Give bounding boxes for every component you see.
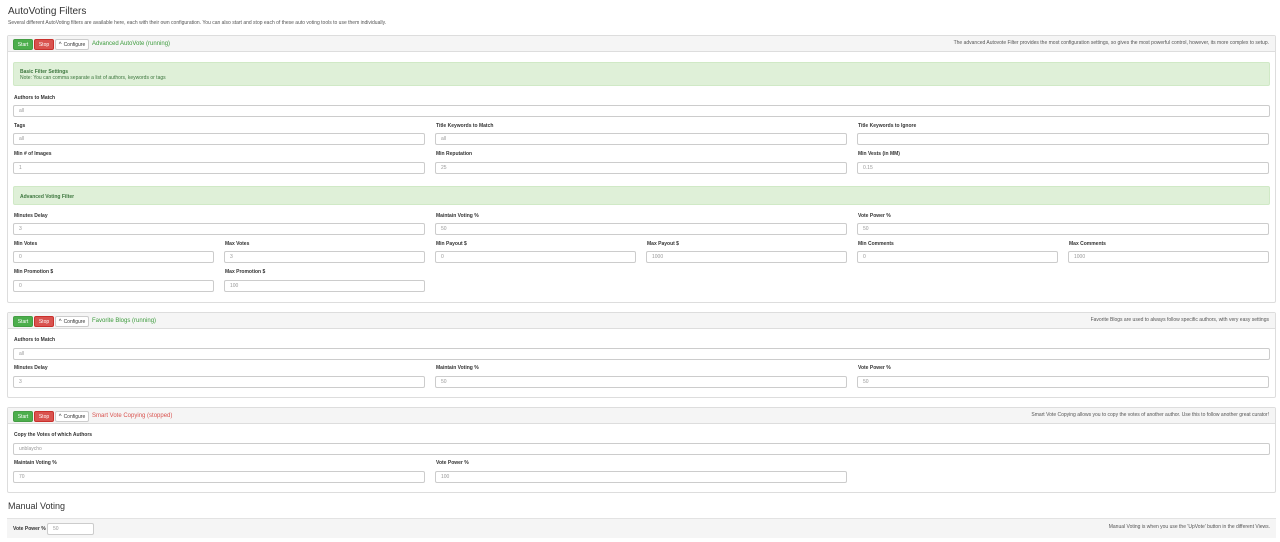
favorite-panel-name: Favorite Blogs (running) bbox=[92, 318, 157, 324]
favorite-minutes-delay-label: Minutes Delay bbox=[14, 365, 48, 371]
advanced-autovote-panel: Start Stop ^ Configure Advanced AutoVote … bbox=[7, 35, 1276, 303]
min-payout-input[interactable] bbox=[435, 251, 636, 263]
basic-filter-note: Note: You can comma separate a list of a… bbox=[20, 75, 166, 81]
min-comments-label: Min Comments bbox=[858, 241, 894, 247]
favorite-authors-input[interactable] bbox=[13, 348, 1270, 360]
min-promotion-input[interactable] bbox=[13, 280, 214, 292]
max-payout-label: Max Payout $ bbox=[647, 241, 679, 247]
manual-voting-title: Manual Voting bbox=[8, 501, 66, 511]
favorite-configure-button[interactable]: ^ Configure bbox=[55, 316, 89, 327]
page-title: AutoVoting Filters bbox=[8, 6, 87, 17]
manual-voting-bar: Vote Power % Manual Voting is when you u… bbox=[7, 518, 1276, 538]
min-promotion-label: Min Promotion $ bbox=[14, 269, 54, 275]
max-payout-input[interactable] bbox=[646, 251, 847, 263]
advanced-panel-desc: The advanced Autovote Filter provides th… bbox=[953, 40, 1269, 46]
min-vests-input[interactable] bbox=[857, 162, 1269, 174]
advanced-stop-button[interactable]: Stop bbox=[34, 39, 54, 50]
configure-label: Configure bbox=[63, 319, 86, 325]
advanced-filter-alert: Advanced Voting Filter bbox=[13, 186, 1270, 205]
smart-stop-button[interactable]: Stop bbox=[34, 411, 54, 422]
vote-power-input[interactable] bbox=[857, 223, 1269, 235]
manual-voting-desc: Manual Voting is when you use the 'UpVot… bbox=[1108, 524, 1270, 530]
advanced-panel-header: Start Stop ^ Configure Advanced AutoVote … bbox=[8, 36, 1275, 52]
configure-label: Configure bbox=[63, 42, 86, 48]
advanced-configure-button[interactable]: ^ Configure bbox=[55, 39, 89, 50]
smart-configure-button[interactable]: ^ Configure bbox=[55, 411, 89, 422]
min-payout-label: Min Payout $ bbox=[436, 241, 467, 247]
title-ignore-input[interactable] bbox=[857, 133, 1269, 145]
min-comments-input[interactable] bbox=[857, 251, 1058, 263]
minutes-delay-input[interactable] bbox=[13, 223, 425, 235]
favorite-maintain-input[interactable] bbox=[435, 376, 847, 388]
manual-vote-power-input[interactable] bbox=[47, 523, 94, 535]
authors-label: Authors to Match bbox=[14, 95, 56, 101]
configure-label: Configure bbox=[63, 414, 86, 420]
favorite-start-button[interactable]: Start bbox=[13, 316, 33, 327]
advanced-filter-header: Advanced Voting Filter bbox=[20, 194, 75, 200]
tags-label: Tags bbox=[14, 123, 26, 129]
title-keywords-label: Title Keywords to Match bbox=[436, 123, 494, 129]
max-promotion-input[interactable] bbox=[224, 280, 425, 292]
smart-maintain-input[interactable] bbox=[13, 471, 425, 483]
min-images-input[interactable] bbox=[13, 162, 425, 174]
max-promotion-label: Max Promotion $ bbox=[225, 269, 266, 275]
favorite-panel-header: Start Stop ^ Configure Favorite Blogs (ru… bbox=[8, 313, 1275, 329]
smart-vote-panel: Start Stop ^ Configure Smart Vote Copying… bbox=[7, 407, 1276, 493]
manual-vote-power-label: Vote Power % bbox=[13, 526, 46, 532]
page-subtitle: Several different AutoVoting filters are… bbox=[8, 20, 387, 26]
title-keywords-input[interactable] bbox=[435, 133, 847, 145]
min-votes-label: Min Votes bbox=[14, 241, 38, 247]
copy-votes-input[interactable] bbox=[13, 443, 1270, 455]
vote-power-label: Vote Power % bbox=[858, 213, 891, 219]
smart-start-button[interactable]: Start bbox=[13, 411, 33, 422]
favorite-vote-power-input[interactable] bbox=[857, 376, 1269, 388]
smart-panel-desc: Smart Vote Copying allows you to copy th… bbox=[1031, 412, 1269, 418]
maintain-voting-label: Maintain Voting % bbox=[436, 213, 479, 219]
chevron-up-icon: ^ bbox=[58, 42, 62, 48]
max-comments-label: Max Comments bbox=[1069, 241, 1106, 247]
favorite-maintain-label: Maintain Voting % bbox=[436, 365, 479, 371]
max-votes-label: Max Votes bbox=[225, 241, 250, 247]
chevron-up-icon: ^ bbox=[58, 414, 62, 420]
smart-maintain-label: Maintain Voting % bbox=[14, 460, 57, 466]
authors-input[interactable] bbox=[13, 105, 1270, 117]
advanced-start-button[interactable]: Start bbox=[13, 39, 33, 50]
smart-vote-power-label: Vote Power % bbox=[436, 460, 469, 466]
title-ignore-label: Title Keywords to Ignore bbox=[858, 123, 917, 129]
favorite-minutes-delay-input[interactable] bbox=[13, 376, 425, 388]
favorite-blogs-panel: Start Stop ^ Configure Favorite Blogs (ru… bbox=[7, 312, 1276, 398]
basic-filter-alert: Basic Filter Settings Note: You can comm… bbox=[13, 62, 1270, 86]
smart-panel-name: Smart Vote Copying (stopped) bbox=[92, 413, 173, 419]
min-images-label: Min # of Images bbox=[14, 151, 52, 157]
max-votes-input[interactable] bbox=[224, 251, 425, 263]
favorite-vote-power-label: Vote Power % bbox=[858, 365, 891, 371]
tags-input[interactable] bbox=[13, 133, 425, 145]
smart-vote-power-input[interactable] bbox=[435, 471, 847, 483]
minutes-delay-label: Minutes Delay bbox=[14, 213, 48, 219]
advanced-panel-name: Advanced AutoVote (running) bbox=[92, 41, 171, 47]
maintain-voting-input[interactable] bbox=[435, 223, 847, 235]
favorite-stop-button[interactable]: Stop bbox=[34, 316, 54, 327]
min-vests-label: Min Vests (in MM) bbox=[858, 151, 900, 157]
chevron-up-icon: ^ bbox=[58, 319, 62, 325]
copy-votes-label: Copy the Votes of which Authors bbox=[14, 432, 93, 438]
smart-panel-header: Start Stop ^ Configure Smart Vote Copying… bbox=[8, 408, 1275, 424]
favorite-panel-desc: Favorite Blogs are used to always follow… bbox=[1090, 317, 1269, 323]
min-reputation-input[interactable] bbox=[435, 162, 847, 174]
max-comments-input[interactable] bbox=[1068, 251, 1269, 263]
min-votes-input[interactable] bbox=[13, 251, 214, 263]
favorite-authors-label: Authors to Match bbox=[14, 337, 56, 343]
min-reputation-label: Min Reputation bbox=[436, 151, 473, 157]
